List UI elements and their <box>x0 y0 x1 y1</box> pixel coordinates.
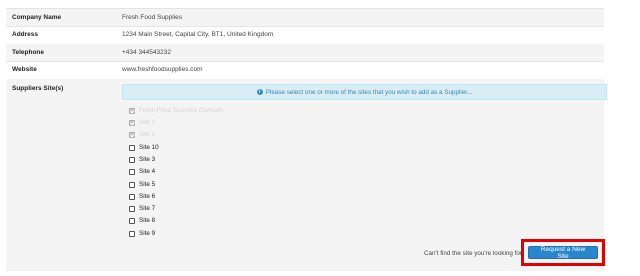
request-new-site-button[interactable]: Request a New Site <box>528 246 598 260</box>
company-name-row: Company Name Fresh Food Supplies <box>6 9 604 27</box>
site-checkbox-site-8[interactable]: Site 8 <box>129 216 155 225</box>
suppliers-sites-label: Suppliers Site(s) <box>12 85 64 92</box>
site-checkbox-default[interactable]: Fresh Food Supplies (Default) <box>129 106 223 115</box>
site-label: Site 9 <box>139 230 156 237</box>
telephone-value: +434 344543232 <box>122 49 171 56</box>
site-checkbox-site-2[interactable]: Site 2 <box>129 118 155 127</box>
checkbox-icon[interactable] <box>129 144 135 151</box>
site-checkbox-site-6[interactable]: Site 6 <box>129 192 155 201</box>
site-checkbox-site-3[interactable]: Site 3 <box>129 155 155 164</box>
site-checkbox-site-4[interactable]: Site 4 <box>129 167 155 176</box>
address-value: 1234 Main Street, Capital City, BT1, Uni… <box>122 31 274 38</box>
checkbox-icon[interactable] <box>129 168 135 175</box>
checkbox-icon[interactable] <box>129 217 135 224</box>
website-label: Website <box>12 66 37 73</box>
site-label: Site 5 <box>139 181 156 188</box>
checkbox-icon[interactable] <box>129 119 135 126</box>
address-label: Address <box>12 31 39 38</box>
checkbox-icon[interactable] <box>129 131 135 138</box>
company-name-value: Fresh Food Supplies <box>122 14 182 21</box>
checkbox-icon[interactable] <box>129 181 135 188</box>
site-label: Site 2 <box>139 119 156 126</box>
site-checkbox-site-10[interactable]: Site 10 <box>129 143 159 152</box>
cant-find-site-text: Can't find the site you're looking for <box>424 250 522 257</box>
telephone-row: Telephone +434 344543232 <box>6 44 604 62</box>
site-checkbox-site-7[interactable]: Site 7 <box>129 204 155 213</box>
address-row: Address 1234 Main Street, Capital City, … <box>6 26 604 45</box>
site-checkbox-site-9[interactable]: Site 9 <box>129 229 155 238</box>
checkbox-icon[interactable] <box>129 205 135 212</box>
site-label: Site 8 <box>139 217 156 224</box>
website-row: Website www.freshfoodsupplies.com <box>6 61 604 80</box>
site-label: Site 3 <box>139 156 156 163</box>
website-value: www.freshfoodsupplies.com <box>122 66 203 73</box>
company-name-label: Company Name <box>12 14 62 21</box>
info-icon: i <box>256 89 263 95</box>
site-label: Site 1 <box>139 131 156 138</box>
checkbox-icon[interactable] <box>129 193 135 200</box>
site-label: Site 7 <box>139 205 156 212</box>
site-checkbox-site-5[interactable]: Site 5 <box>129 180 155 189</box>
info-alert: i Please select one or more of the sites… <box>122 84 607 100</box>
site-label: Fresh Food Supplies (Default) <box>139 107 223 114</box>
info-message: Please select one or more of the sites t… <box>265 88 473 96</box>
checkbox-icon[interactable] <box>129 107 135 114</box>
site-label: Site 6 <box>139 193 156 200</box>
request-button-highlight: Request a New Site <box>521 239 605 266</box>
site-checkbox-site-1[interactable]: Site 1 <box>129 130 155 139</box>
checkbox-icon[interactable] <box>129 230 135 237</box>
checkbox-icon[interactable] <box>129 156 135 163</box>
site-label: Site 4 <box>139 168 156 175</box>
suppliers-sites-row: Suppliers Site(s) <box>6 79 604 271</box>
site-label: Site 10 <box>139 144 159 151</box>
telephone-label: Telephone <box>12 49 45 56</box>
supplier-details-panel: Company Name Fresh Food Supplies Address… <box>6 8 607 271</box>
